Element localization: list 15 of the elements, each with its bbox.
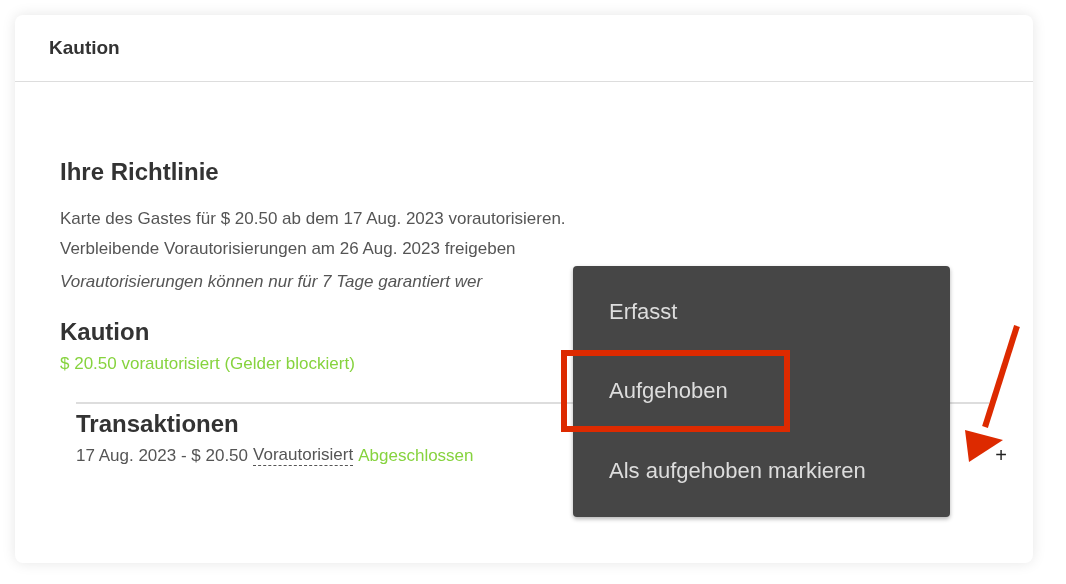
policy-note: Vorautorisierungen können nur für 7 Tage garantiert wer xyxy=(60,272,484,292)
card-title: Kaution xyxy=(49,37,120,59)
policy-text: Karte des Gastes für $ 20.50 ab dem 17 Aug. 2023 vorautorisieren. xyxy=(60,208,567,230)
menu-item[interactable]: Erfasst xyxy=(573,282,950,343)
menu-item[interactable]: Als aufgehoben markieren xyxy=(573,440,950,501)
add-button[interactable]: + xyxy=(993,444,1009,467)
transaction-type: Vorautorisiert xyxy=(253,445,354,466)
transaction-summary: 17 Aug. 2023 - $ 20.50 xyxy=(76,445,249,466)
deposit-status: $ 20.50 vorautorisiert (Gelder blockiert) xyxy=(60,354,356,374)
policy-text: Verbleibende Vorautorisierungen am 26 Aug. 2023 freigeben xyxy=(60,238,517,260)
menu-item[interactable]: Aufgehoben xyxy=(561,350,790,433)
section-heading: Ihre Richtlinie xyxy=(60,158,220,186)
section-heading: Transaktionen xyxy=(76,410,240,438)
section-heading: Kaution xyxy=(60,318,151,346)
transaction-state: Abgeschlossen xyxy=(358,445,474,466)
